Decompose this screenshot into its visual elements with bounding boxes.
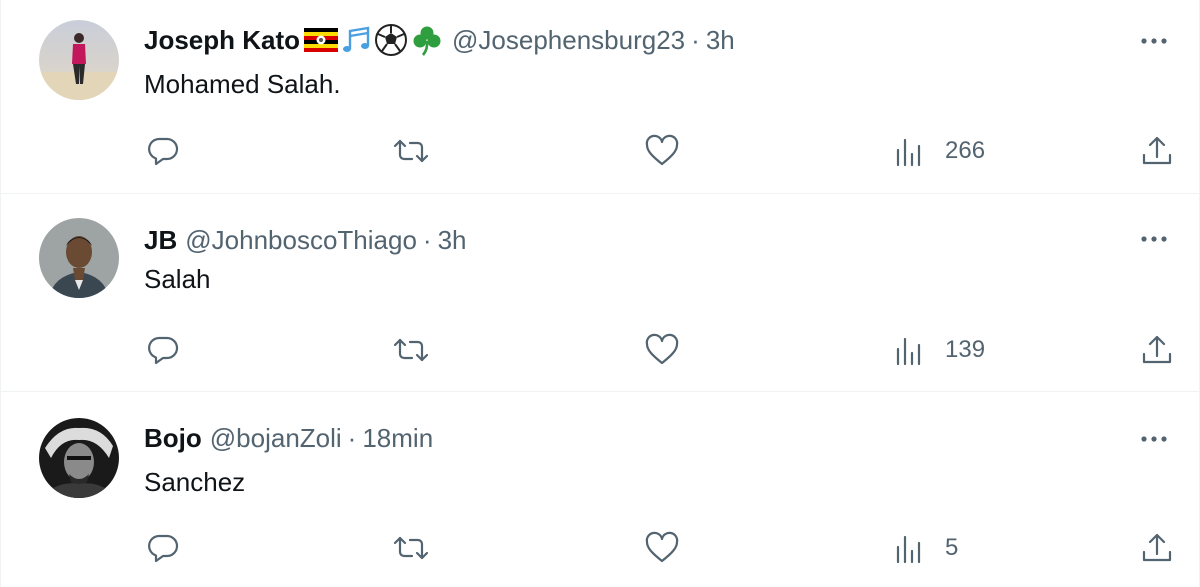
tweet-header: Bojo @bojanZoli · 18min — [144, 420, 433, 456]
share-icon — [1142, 335, 1172, 364]
timestamp[interactable]: 3h — [706, 25, 735, 56]
separator-dot: · — [422, 224, 432, 255]
view-count: 139 — [945, 336, 986, 363]
uganda-flag-icon — [304, 28, 339, 52]
view-count: 5 — [945, 534, 959, 561]
tweet[interactable]: Joseph Kato @Josephensburg23 · 3h Mohame… — [0, 0, 1200, 194]
share-button[interactable] — [1139, 131, 1175, 171]
reply-button[interactable] — [145, 528, 181, 568]
more-icon — [1141, 436, 1167, 442]
share-icon — [1142, 533, 1172, 562]
retweet-icon — [393, 536, 429, 560]
views-button[interactable]: 5 — [893, 528, 958, 568]
retweet-button[interactable] — [391, 131, 431, 171]
tweet-text: Mohamed Salah. — [144, 69, 341, 99]
avatar[interactable] — [39, 218, 119, 298]
like-button[interactable] — [643, 330, 681, 370]
tweet-header: JB @JohnboscoThiago · 3h — [144, 222, 467, 258]
views-button[interactable]: 139 — [893, 330, 985, 370]
views-icon — [896, 337, 921, 366]
reply-icon — [148, 336, 179, 365]
share-button[interactable] — [1139, 330, 1175, 370]
heart-icon — [645, 333, 679, 365]
tweet-text: Sanchez — [144, 467, 246, 497]
share-button[interactable] — [1139, 528, 1175, 568]
user-handle[interactable]: @JohnboscoThiago — [185, 225, 417, 256]
reply-icon — [148, 137, 179, 166]
action-bar: 266 — [1, 131, 1199, 171]
more-options-button[interactable] — [1137, 24, 1171, 58]
separator-dot: · — [691, 24, 700, 55]
timestamp[interactable]: 18min — [362, 423, 433, 454]
more-options-button[interactable] — [1137, 222, 1171, 256]
more-options-button[interactable] — [1137, 422, 1171, 456]
retweet-button[interactable] — [391, 528, 431, 568]
views-button[interactable]: 266 — [893, 131, 985, 171]
name-emojis — [302, 23, 444, 57]
heart-icon — [645, 531, 679, 563]
like-button[interactable] — [643, 528, 681, 568]
music-notes-icon — [340, 25, 372, 55]
display-name[interactable]: Bojo — [144, 423, 202, 454]
avatar[interactable] — [39, 418, 119, 498]
tweet[interactable]: JB @JohnboscoThiago · 3h Salah 139 — [0, 194, 1200, 392]
display-name[interactable]: Joseph Kato — [144, 25, 300, 56]
reply-button[interactable] — [145, 131, 181, 171]
retweet-icon — [393, 338, 429, 362]
reply-icon — [148, 534, 179, 563]
user-handle[interactable]: @bojanZoli — [210, 423, 342, 454]
tweet-text: Salah — [144, 264, 211, 294]
tweet-header: Joseph Kato @Josephensburg23 · 3h — [144, 22, 735, 58]
avatar[interactable] — [39, 20, 119, 100]
user-handle[interactable]: @Josephensburg23 — [452, 25, 685, 56]
tweet[interactable]: Bojo @bojanZoli · 18min Sanchez 5 — [0, 392, 1200, 587]
more-icon — [1141, 38, 1167, 44]
display-name[interactable]: JB — [144, 225, 177, 256]
action-bar: 5 — [1, 528, 1199, 568]
view-count: 266 — [945, 137, 986, 164]
retweet-icon — [393, 139, 429, 163]
views-icon — [896, 535, 921, 564]
views-icon — [896, 138, 921, 167]
more-icon — [1141, 236, 1167, 242]
timestamp[interactable]: 3h — [438, 225, 467, 256]
reply-feed: Joseph Kato @Josephensburg23 · 3h Mohame… — [0, 0, 1200, 587]
separator-dot: · — [347, 422, 357, 453]
action-bar: 139 — [1, 330, 1199, 370]
shamrock-icon — [410, 23, 444, 57]
heart-icon — [645, 134, 679, 166]
share-icon — [1142, 136, 1172, 165]
reply-button[interactable] — [145, 330, 181, 370]
soccer-ball-icon — [374, 23, 408, 57]
like-button[interactable] — [643, 131, 681, 171]
retweet-button[interactable] — [391, 330, 431, 370]
